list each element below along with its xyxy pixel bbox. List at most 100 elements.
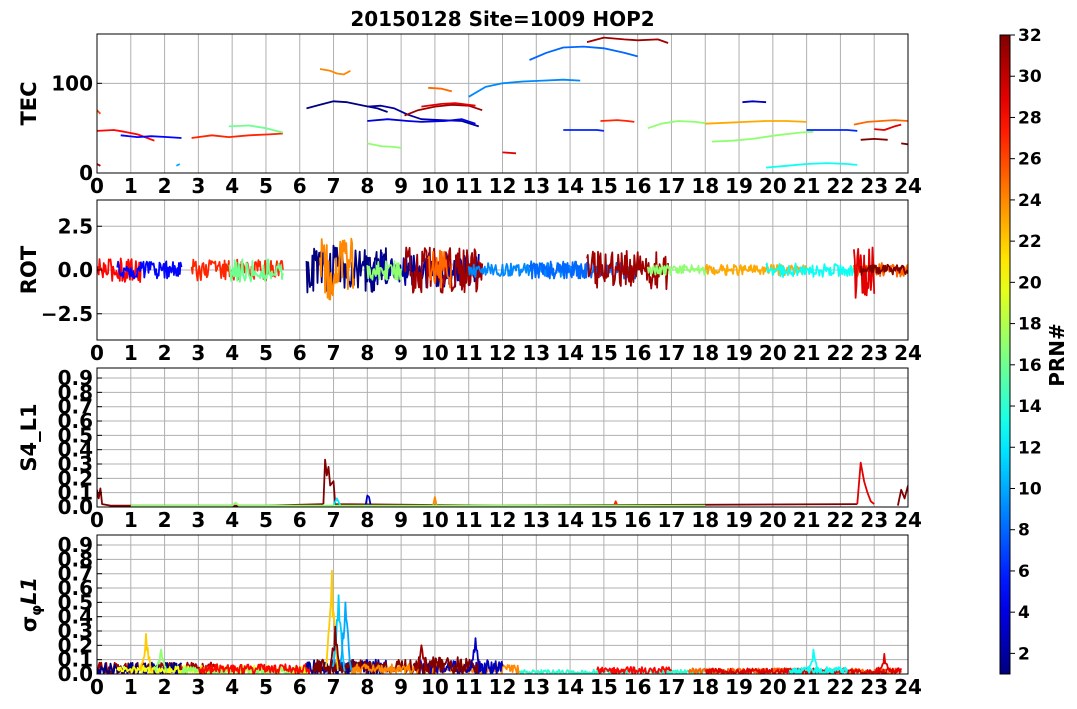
series-prn-13 (765, 262, 859, 278)
x-tick-label: 7 (327, 675, 341, 699)
series-prn-29 (502, 151, 517, 155)
x-tick-label: 4 (225, 675, 239, 699)
colorbar-tick-label: 10 (1018, 479, 1042, 499)
x-tick-label: 8 (360, 174, 374, 198)
x-tick-label: 18 (691, 675, 719, 699)
x-tick-label: 9 (394, 508, 408, 532)
series-prn-9 (468, 78, 581, 98)
x-tick-label: 3 (191, 174, 205, 198)
x-tick-label: 2 (158, 675, 172, 699)
x-tick-label: 20 (759, 508, 787, 532)
series-prn-25 (428, 86, 453, 93)
x-tick-label: 24 (894, 675, 922, 699)
series-prn-6 (806, 129, 858, 132)
x-tick-label: 15 (590, 341, 618, 365)
x-tick-label: 10 (421, 508, 449, 532)
x-tick-label: 20 (759, 341, 787, 365)
x-tick-label: 16 (624, 675, 652, 699)
colorbar-tick-label: 14 (1018, 397, 1042, 417)
x-tick-label: 6 (293, 341, 307, 365)
x-tick-label: 8 (360, 675, 374, 699)
colorbar-tick-label: 26 (1018, 150, 1042, 170)
x-tick-label: 24 (894, 174, 922, 198)
x-tick-label: 14 (556, 675, 584, 699)
x-tick-label: 10 (421, 675, 449, 699)
x-tick-label: 21 (793, 341, 821, 365)
colorbar-tick-label: 20 (1018, 273, 1042, 293)
colorbar-tick-label: 32 (1018, 26, 1042, 46)
x-tick-label: 22 (826, 675, 854, 699)
x-tick-label: 15 (590, 675, 618, 699)
x-tick-label: 18 (691, 341, 719, 365)
x-tick-label: 9 (394, 675, 408, 699)
x-tick-label: 14 (556, 341, 584, 365)
chart-canvas: 20150128 Site=1009 HOP20 1 2 3 4 5 6 7 8 9 10 11 12 1… (17, 7, 1069, 699)
colorbar (999, 34, 1011, 675)
y-tick-label: 0.9 (58, 533, 93, 557)
x-tick-label: 13 (522, 508, 550, 532)
x-tick-label: 4 (225, 508, 239, 532)
y-axis-label: TEC (17, 81, 41, 125)
x-tick-label: 21 (793, 675, 821, 699)
x-tick-label: 19 (725, 508, 753, 532)
x-tick-label: 1 (124, 341, 138, 365)
x-tick-label: 24 (894, 508, 922, 532)
series-prn-17 (367, 142, 402, 149)
x-tick-label: 6 (293, 174, 307, 198)
series-prn-31 (404, 103, 483, 117)
x-tick-label: 8 (360, 341, 374, 365)
x-tick-label: 9 (394, 174, 408, 198)
x-tick-label: 19 (725, 675, 753, 699)
x-tick-label: 14 (556, 508, 584, 532)
x-tick-label: 22 (826, 174, 854, 198)
series-prn-29 (856, 461, 875, 505)
x-tick-label: 6 (293, 508, 307, 532)
x-tick-label: 5 (259, 508, 273, 532)
y-axis-label: ROT (17, 245, 41, 294)
series-prn-29 (877, 653, 891, 672)
x-tick-label: 22 (826, 341, 854, 365)
series-prn-29 (874, 123, 902, 131)
x-tick-label: 13 (522, 675, 550, 699)
series-prn-25 (853, 119, 908, 126)
y-tick-label: 0 (79, 161, 93, 185)
y-tick-label: 2.5 (58, 214, 93, 238)
x-tick-label: 10 (421, 174, 449, 198)
x-tick-label: 16 (624, 341, 652, 365)
x-tick-label: 5 (259, 675, 273, 699)
x-tick-label: 20 (759, 675, 787, 699)
x-tick-label: 13 (522, 174, 550, 198)
x-tick-label: 1 (124, 174, 138, 198)
colorbar-tick-label: 18 (1018, 315, 1042, 335)
y-axis-label: S4_L1 (17, 403, 41, 471)
series-prn-32 (901, 142, 908, 146)
series-prn-3 (742, 100, 767, 104)
y-tick-label: 0.0 (58, 258, 93, 282)
x-tick-label: 17 (658, 508, 686, 532)
x-tick-label: 12 (489, 508, 517, 532)
x-tick-label: 21 (793, 174, 821, 198)
x-tick-label: 16 (624, 508, 652, 532)
colorbar-tick-label: 24 (1018, 191, 1042, 211)
series-prn-27 (191, 132, 283, 139)
y-tick-label: −2.5 (41, 302, 93, 326)
x-tick-label: 23 (860, 675, 888, 699)
x-tick-label: 6 (293, 675, 307, 699)
series-prn-26 (97, 109, 102, 115)
series-prn-8 (529, 45, 638, 61)
colorbar-tick-label: 4 (1018, 603, 1030, 623)
colorbar-tick-label: 16 (1018, 356, 1042, 376)
y-tick-label: 0.9 (58, 366, 93, 390)
series-prn-23 (705, 120, 807, 125)
x-tick-label: 3 (191, 508, 205, 532)
x-tick-label: 18 (691, 174, 719, 198)
x-tick-label: 12 (489, 675, 517, 699)
series-prn-13 (766, 162, 858, 169)
x-tick-label: 15 (590, 508, 618, 532)
x-tick-label: 11 (455, 341, 483, 365)
series-prn-32 (322, 458, 858, 507)
x-tick-label: 2 (158, 174, 172, 198)
x-tick-label: 18 (691, 508, 719, 532)
x-tick-label: 8 (360, 508, 374, 532)
x-tick-label: 5 (259, 174, 273, 198)
